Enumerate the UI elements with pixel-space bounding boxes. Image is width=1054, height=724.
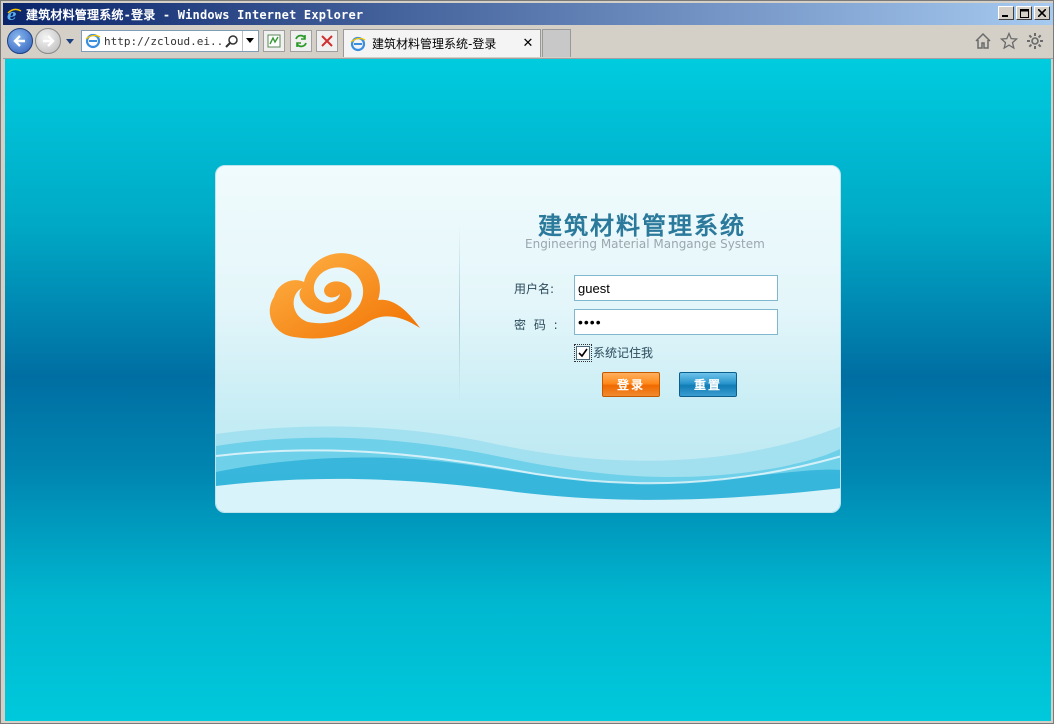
remember-me-option[interactable]: 系统记住我: [574, 343, 653, 362]
forward-icon: [43, 35, 55, 47]
favorites-icon[interactable]: [999, 31, 1019, 51]
tab-login[interactable]: 建筑材料管理系统-登录 ✕: [343, 29, 541, 57]
reset-button[interactable]: 重置: [679, 372, 737, 397]
ie-logo-icon: e: [6, 6, 22, 22]
panel-divider: [459, 224, 460, 404]
refresh-icon: [295, 34, 307, 48]
home-icon[interactable]: [973, 31, 993, 51]
address-text[interactable]: http://zcloud.ei...: [104, 35, 222, 48]
minimize-button[interactable]: [998, 6, 1014, 20]
checkmark-icon: [578, 348, 588, 357]
title-bar: e 建筑材料管理系统-登录 - Windows Internet Explore…: [3, 3, 1053, 25]
recent-pages-button[interactable]: [65, 37, 75, 47]
svg-text:e: e: [7, 6, 17, 22]
system-title: 建筑材料管理系统: [538, 211, 746, 240]
close-tab-button[interactable]: ✕: [520, 36, 536, 52]
stop-button[interactable]: [316, 30, 338, 52]
username-label: 用户名:: [514, 282, 555, 296]
close-window-button[interactable]: [1034, 6, 1050, 20]
chevron-down-icon: [245, 38, 254, 43]
ie-tab-icon: [350, 36, 366, 52]
refresh-button[interactable]: [290, 30, 312, 52]
address-dropdown-button[interactable]: [242, 31, 256, 51]
remember-me-checkbox[interactable]: [574, 343, 592, 362]
password-label: 密 码 :: [514, 318, 560, 332]
recent-pages-icon: [66, 39, 74, 44]
maximize-button[interactable]: [1016, 6, 1032, 20]
login-button[interactable]: 登录: [602, 372, 660, 397]
tab-label: 建筑材料管理系统-登录: [372, 37, 497, 51]
password-input[interactable]: [574, 309, 778, 335]
new-tab-button[interactable]: [542, 29, 571, 57]
username-input[interactable]: [574, 275, 778, 301]
forward-button[interactable]: [35, 28, 61, 54]
browser-window: e 建筑材料管理系统-登录 - Windows Internet Explore…: [0, 0, 1054, 724]
login-panel: 建筑材料管理系统 Engineering Material Mangange S…: [215, 165, 841, 513]
page-viewport: 建筑材料管理系统 Engineering Material Mangange S…: [5, 59, 1051, 721]
browser-toolbar: http://zcloud.ei... 建筑材料管理系统-登录 ✕: [3, 25, 1053, 59]
ie-page-icon: [85, 33, 101, 49]
system-subtitle: Engineering Material Mangange System: [525, 237, 765, 251]
tools-gear-icon[interactable]: [1025, 31, 1045, 51]
search-icon[interactable]: [224, 33, 240, 49]
back-button[interactable]: [7, 28, 33, 54]
compatibility-view-button[interactable]: [263, 30, 285, 52]
stop-icon: [321, 35, 333, 47]
back-icon: [13, 35, 25, 47]
compatibility-view-icon: [267, 34, 281, 48]
window-title: 建筑材料管理系统-登录 - Windows Internet Explorer: [26, 7, 364, 22]
address-bar[interactable]: http://zcloud.ei...: [81, 30, 259, 52]
decorative-waves: [216, 426, 840, 512]
cloud-logo-icon: [269, 253, 420, 339]
remember-me-label[interactable]: 系统记住我: [593, 344, 653, 361]
